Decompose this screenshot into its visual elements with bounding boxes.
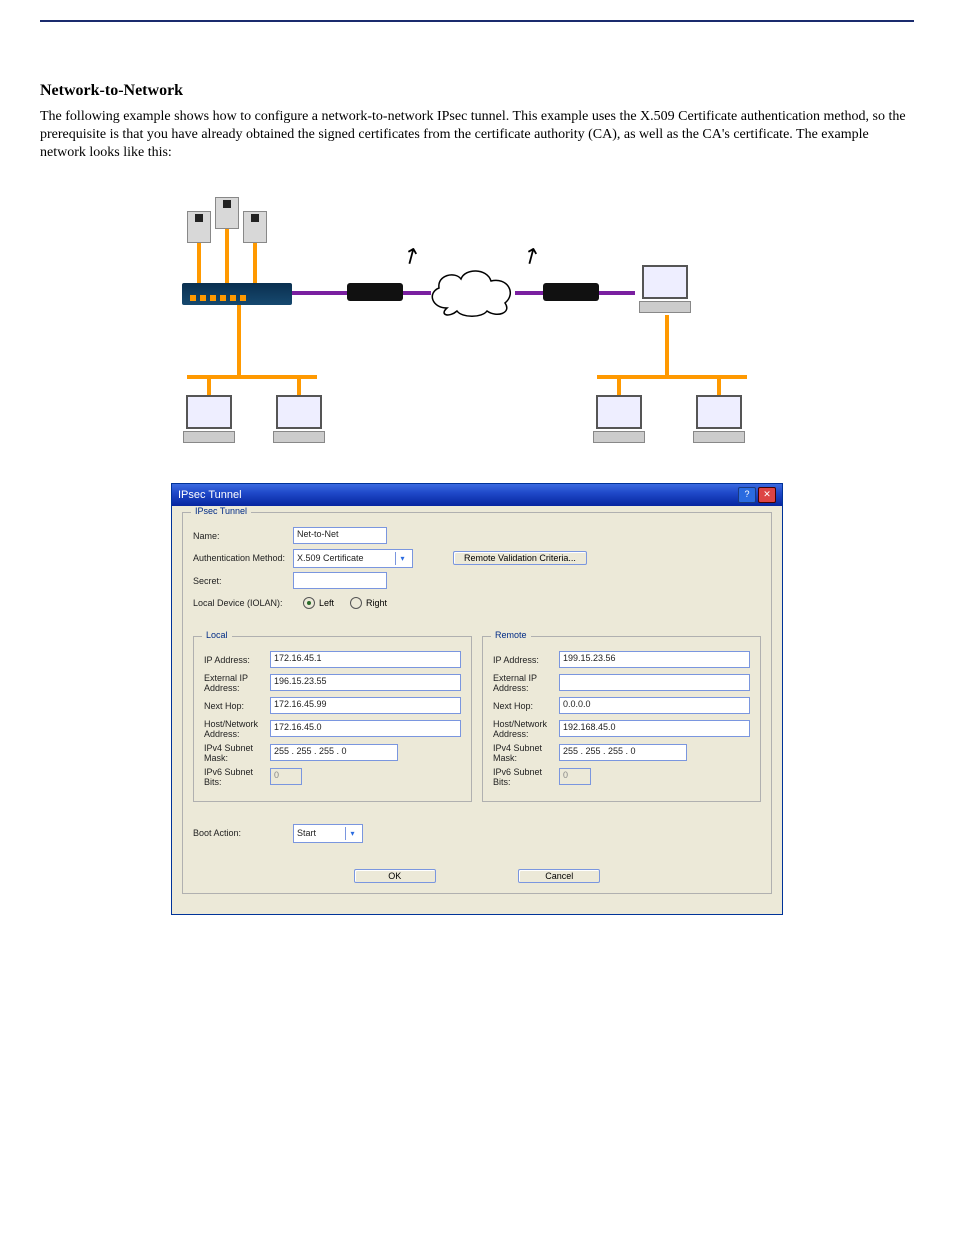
iolan-a-icon	[182, 283, 292, 305]
local-mask-input[interactable]: 255 . 255 . 255 . 0	[270, 744, 398, 761]
section-body: The following example shows how to confi…	[40, 108, 914, 163]
secret-label: Secret:	[193, 576, 293, 586]
iolan-b-icon	[635, 265, 695, 315]
group-legend: IPsec Tunnel	[191, 506, 251, 516]
router-2-icon	[543, 283, 599, 301]
local-hostnet-input[interactable]: 172.16.45.0	[270, 720, 461, 737]
local-nexthop-label: Next Hop:	[204, 701, 270, 711]
header-rule	[40, 20, 914, 22]
remote-hostnet-label: Host/Network Address:	[493, 719, 559, 739]
remote-ip-input[interactable]: 199.15.23.56	[559, 651, 750, 668]
remote-hostnet-input[interactable]: 192.168.45.0	[559, 720, 750, 737]
remote-group: Remote IP Address: 199.15.23.56 External…	[482, 636, 761, 802]
local-bits-label: IPv6 Subnet Bits:	[204, 767, 270, 787]
boot-action-label: Boot Action:	[193, 828, 293, 838]
router-1-icon	[347, 283, 403, 301]
name-label: Name:	[193, 531, 293, 541]
remote-validation-button[interactable]: Remote Validation Criteria...	[453, 551, 587, 565]
radio-left-label: Left	[319, 598, 334, 608]
remote-bits-input: 0	[559, 768, 591, 785]
local-bits-input: 0	[270, 768, 302, 785]
remote-legend: Remote	[491, 630, 531, 640]
remote-bits-label: IPv6 Subnet Bits:	[493, 767, 559, 787]
local-ip-input[interactable]: 172.16.45.1	[270, 651, 461, 668]
section-title: Network-to-Network	[40, 82, 914, 100]
auth-method-value: X.509 Certificate	[297, 553, 364, 563]
dialog-title: IPsec Tunnel	[178, 489, 736, 501]
boot-action-value: Start	[297, 828, 316, 838]
radio-left[interactable]: Left	[303, 597, 334, 609]
auth-method-label: Authentication Method:	[193, 553, 293, 563]
network-diagram: ↗ ↗	[157, 183, 797, 463]
ipsec-tunnel-group: IPsec Tunnel Name: Net-to-Net Authentica…	[182, 512, 772, 894]
secret-input[interactable]	[293, 572, 387, 589]
remote-nexthop-label: Next Hop:	[493, 701, 559, 711]
ok-button[interactable]: OK	[354, 869, 436, 883]
name-input[interactable]: Net-to-Net	[293, 527, 387, 544]
ipsec-tunnel-dialog: IPsec Tunnel ? ✕ IPsec Tunnel Name: Net-…	[171, 483, 783, 915]
local-device-label: Local Device (IOLAN):	[193, 598, 293, 608]
arrow-icon: ↗	[517, 240, 546, 272]
local-group: Local IP Address: 172.16.45.1 External I…	[193, 636, 472, 802]
remote-ext-ip-label: External IP Address:	[493, 673, 559, 693]
help-button[interactable]: ?	[738, 487, 756, 503]
local-ext-ip-input[interactable]: 196.15.23.55	[270, 674, 461, 691]
radio-right-label: Right	[366, 598, 387, 608]
close-button[interactable]: ✕	[758, 487, 776, 503]
cancel-button[interactable]: Cancel	[518, 869, 600, 883]
local-hostnet-label: Host/Network Address:	[204, 719, 270, 739]
radio-right[interactable]: Right	[350, 597, 387, 609]
local-legend: Local	[202, 630, 232, 640]
remote-mask-input[interactable]: 255 . 255 . 255 . 0	[559, 744, 687, 761]
auth-method-dropdown[interactable]: X.509 Certificate ▾	[293, 549, 413, 568]
internet-cloud-icon	[427, 263, 517, 318]
remote-mask-label: IPv4 Subnet Mask:	[493, 743, 559, 763]
dialog-titlebar: IPsec Tunnel ? ✕	[172, 484, 782, 506]
local-mask-label: IPv4 Subnet Mask:	[204, 743, 270, 763]
local-nexthop-input[interactable]: 172.16.45.99	[270, 697, 461, 714]
local-ip-label: IP Address:	[204, 655, 270, 665]
boot-action-dropdown[interactable]: Start ▾	[293, 824, 363, 843]
remote-ip-label: IP Address:	[493, 655, 559, 665]
remote-ext-ip-input[interactable]	[559, 674, 750, 691]
chevron-down-icon: ▾	[395, 552, 409, 565]
local-ext-ip-label: External IP Address:	[204, 673, 270, 693]
remote-nexthop-input[interactable]: 0.0.0.0	[559, 697, 750, 714]
arrow-icon: ↗	[397, 240, 426, 272]
chevron-down-icon: ▾	[345, 827, 359, 840]
